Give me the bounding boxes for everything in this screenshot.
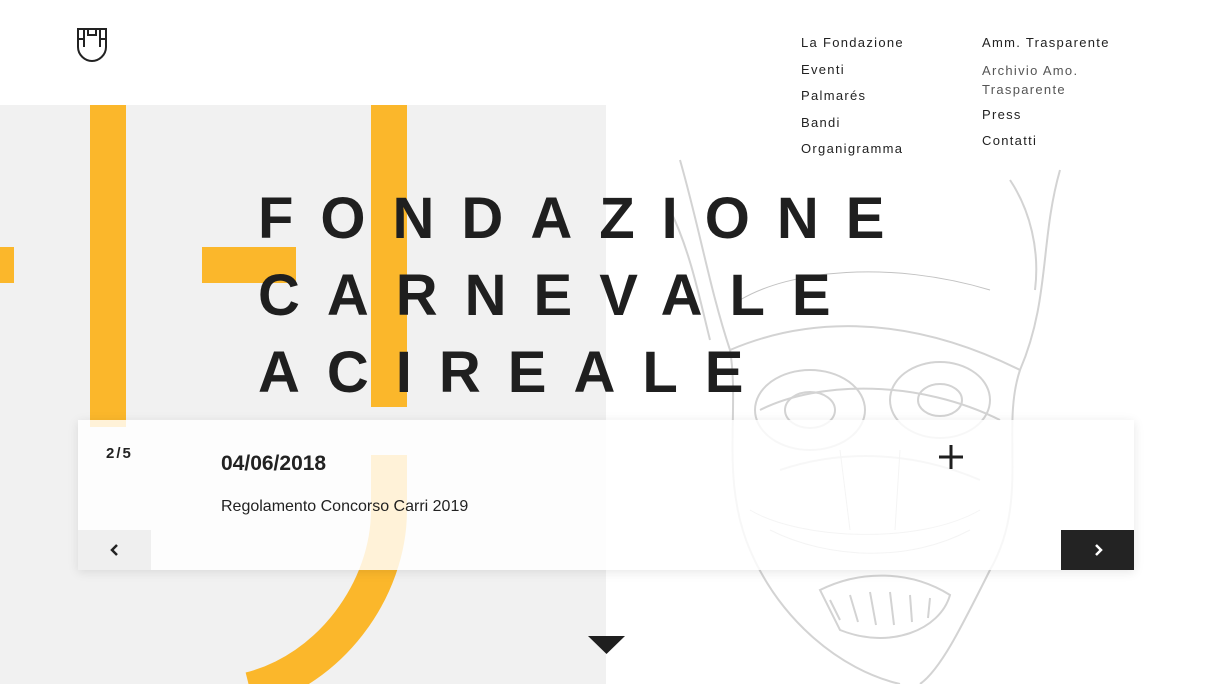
- triangle-down-icon[interactable]: [588, 636, 625, 654]
- slide-title-link[interactable]: Regolamento Concorso Carri 2019: [221, 498, 468, 516]
- nav-item-la-fondazione[interactable]: La Fondazione: [801, 30, 904, 57]
- slider-next-button[interactable]: [1061, 530, 1134, 570]
- slider-prev-button[interactable]: [78, 530, 151, 570]
- hero-title-line-3: ACIREALE: [258, 340, 771, 405]
- nav-item-archivio-amm-trasparente[interactable]: Archivio Amo. Trasparente: [982, 61, 1102, 99]
- hero-title: FONDAZIONE CARNEVALE ACIREALE: [258, 180, 911, 411]
- main-nav-left: La Fondazione Eventi Palmarés Bandi Orga…: [801, 30, 904, 163]
- hero-title-line-1: FONDAZIONE: [258, 186, 912, 251]
- nav-item-eventi[interactable]: Eventi: [801, 57, 904, 84]
- nav-item-bandi[interactable]: Bandi: [801, 110, 904, 137]
- main-nav-right: Amm. Trasparente Archivio Amo. Trasparen…: [982, 30, 1110, 155]
- chevron-right-icon: [1094, 544, 1103, 556]
- nav-item-palmares[interactable]: Palmarés: [801, 83, 904, 110]
- plus-icon[interactable]: [936, 442, 966, 472]
- mask-logo-icon[interactable]: [76, 27, 108, 63]
- nav-item-press[interactable]: Press: [982, 102, 1110, 129]
- slide-date: 04/06/2018: [221, 452, 327, 475]
- nav-item-contatti[interactable]: Contatti: [982, 128, 1110, 155]
- nav-item-amm-trasparente[interactable]: Amm. Trasparente: [982, 30, 1110, 57]
- slide-counter: 2/5: [106, 445, 133, 462]
- news-slider-card: 2/5 04/06/2018 Regolamento Concorso Carr…: [78, 420, 1134, 570]
- chevron-left-icon: [109, 544, 118, 556]
- hero-title-line-2: CARNEVALE: [258, 263, 858, 328]
- nav-item-organigramma[interactable]: Organigramma: [801, 136, 904, 163]
